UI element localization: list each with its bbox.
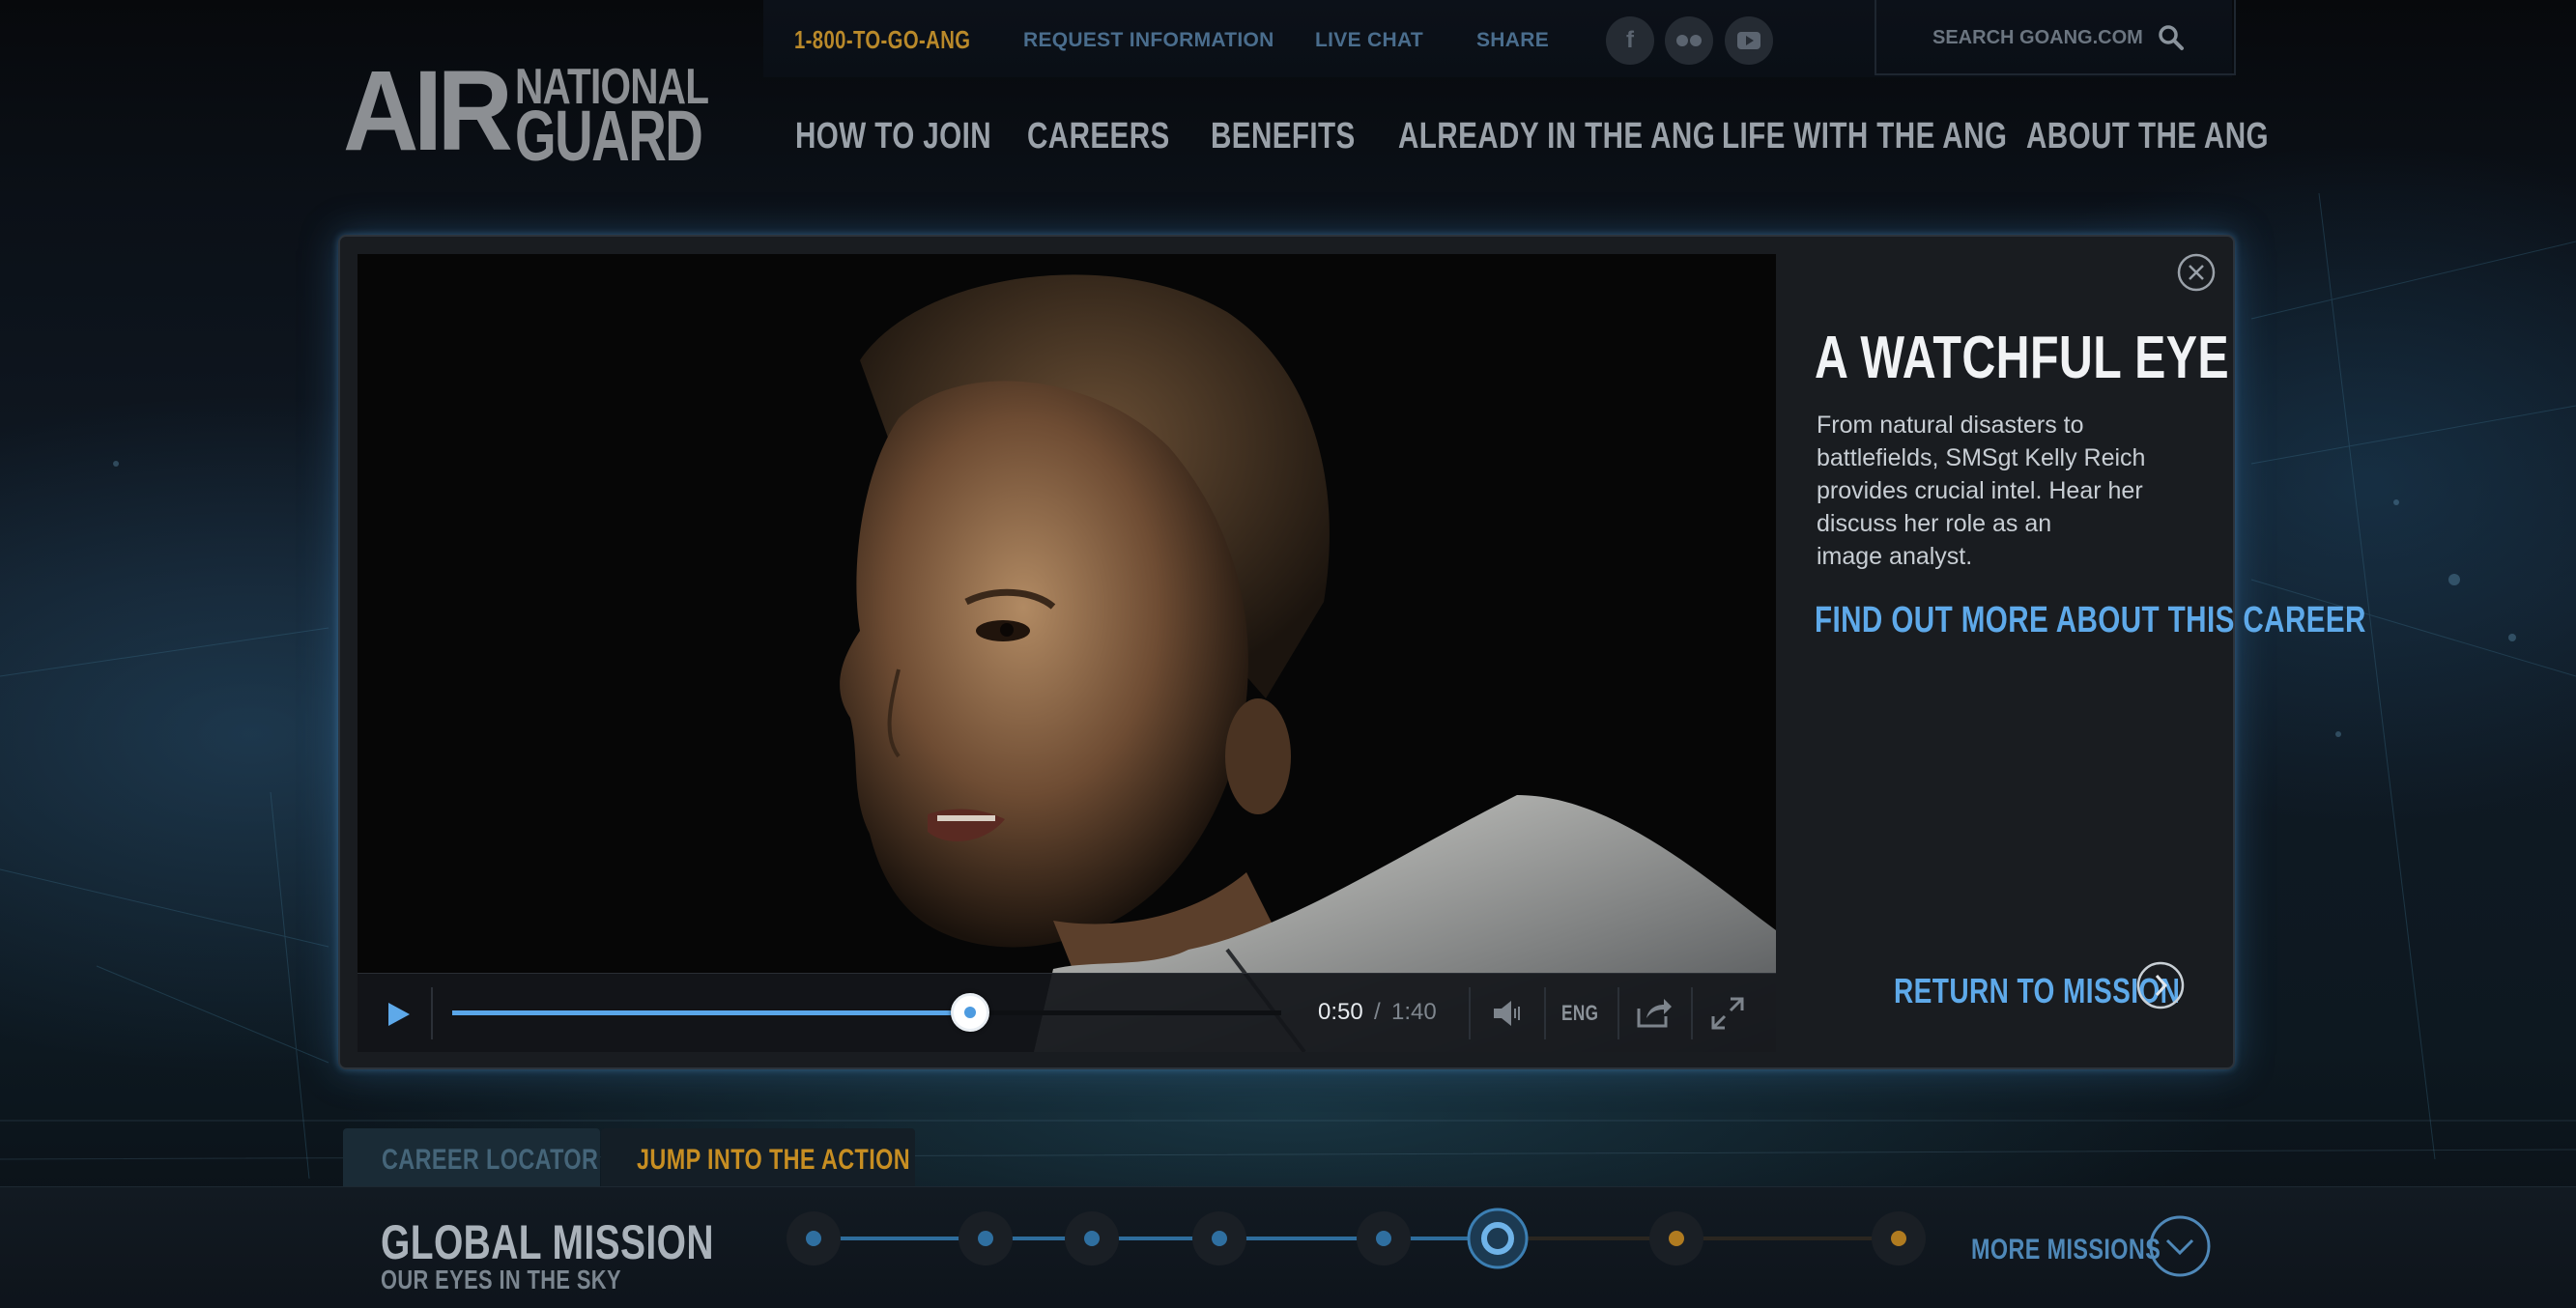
- timeline-node[interactable]: [1872, 1211, 1926, 1265]
- total-time: 1:40: [1391, 999, 1437, 1025]
- fullscreen-icon[interactable]: [1707, 993, 1748, 1034]
- current-time: 0:50: [1318, 999, 1363, 1025]
- request-information-link[interactable]: REQUEST INFORMATION: [1023, 29, 1274, 52]
- mission-title: GLOBAL MISSION: [381, 1215, 714, 1269]
- video-player[interactable]: 0:50 / 1:40 ENG: [358, 254, 1776, 1052]
- phone-link[interactable]: 1-800-TO-GO-ANG: [794, 25, 1020, 55]
- logo-air-text: AIR: [343, 47, 513, 175]
- video-modal: 0:50 / 1:40 ENG A WATCHFUL EYE From natu…: [338, 235, 2365, 1069]
- chevron-down-icon[interactable]: [2148, 1214, 2212, 1278]
- live-chat-link[interactable]: LIVE CHAT: [1315, 29, 1423, 52]
- search-box[interactable]: SEARCH GOANG.COM: [1875, 0, 2236, 75]
- progress-fill: [452, 1010, 970, 1015]
- volume-icon[interactable]: [1488, 993, 1529, 1034]
- video-title: A WATCHFUL EYE: [1815, 325, 2230, 391]
- scrubber-handle[interactable]: [951, 993, 989, 1032]
- language-button[interactable]: ENG: [1561, 1001, 1609, 1026]
- facebook-icon[interactable]: f: [1606, 16, 1654, 65]
- chevron-right-icon[interactable]: [2135, 960, 2186, 1010]
- play-icon[interactable]: [379, 995, 417, 1034]
- timeline-node[interactable]: [1192, 1211, 1246, 1265]
- find-out-more-link[interactable]: FIND OUT MORE ABOUT THIS CAREER: [1815, 600, 2522, 641]
- share-icon[interactable]: [1633, 993, 1674, 1034]
- close-icon[interactable]: [2176, 252, 2217, 293]
- nav-about-the-ang[interactable]: ABOUT THE ANG: [2026, 116, 2337, 174]
- video-controls: 0:50 / 1:40 ENG: [358, 973, 1776, 1052]
- air-national-guard-logo[interactable]: AIR NATIONAL GUARD: [343, 47, 710, 175]
- nav-how-to-join[interactable]: HOW TO JOIN: [795, 116, 1046, 174]
- video-frame: [358, 254, 1776, 1052]
- tab-career-locator[interactable]: CAREER LOCATOR: [343, 1128, 600, 1188]
- controls-divider: [1691, 987, 1693, 1039]
- flickr-icon[interactable]: [1665, 16, 1713, 65]
- controls-divider: [1469, 987, 1471, 1039]
- video-description: From natural disasters to battlefields, …: [1817, 412, 2146, 570]
- controls-divider: [1617, 987, 1619, 1039]
- timeline-node[interactable]: [1357, 1211, 1411, 1265]
- youtube-icon[interactable]: [1725, 16, 1773, 65]
- controls-divider: [431, 987, 433, 1039]
- timeline-node-active[interactable]: [1467, 1208, 1529, 1269]
- mission-bar: GLOBAL MISSION OUR EYES IN THE SKY MORE …: [0, 1186, 2576, 1308]
- share-link[interactable]: SHARE: [1476, 29, 1549, 52]
- progress-bar[interactable]: [452, 993, 1281, 1032]
- timeline-node[interactable]: [1649, 1211, 1703, 1265]
- timeline-node[interactable]: [959, 1211, 1013, 1265]
- logo-guard-text: GUARD: [515, 96, 703, 176]
- search-icon[interactable]: [2157, 23, 2186, 52]
- nav-benefits[interactable]: BENEFITS: [1211, 116, 1396, 174]
- timeline-node[interactable]: [1065, 1211, 1119, 1265]
- controls-divider: [1544, 987, 1546, 1039]
- tab-jump-into-the-action[interactable]: JUMP INTO THE ACTION: [601, 1128, 915, 1188]
- return-to-mission-link[interactable]: RETURN TO MISSION: [1894, 971, 2261, 1011]
- mission-subtitle: OUR EYES IN THE SKY: [381, 1265, 621, 1294]
- nav-careers[interactable]: CAREERS: [1027, 116, 1210, 174]
- mission-timeline[interactable]: [783, 1207, 1942, 1270]
- timeline-node[interactable]: [787, 1211, 841, 1265]
- search-label: SEARCH GOANG.COM: [1932, 27, 2143, 48]
- time-separator: /: [1374, 999, 1381, 1025]
